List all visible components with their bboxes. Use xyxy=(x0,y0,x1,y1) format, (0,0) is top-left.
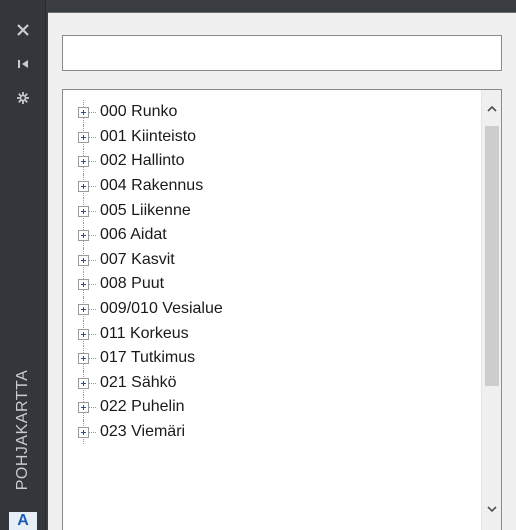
tree-item-label: 017 Tutkimus xyxy=(100,349,196,367)
tree-item-label: 009/010 Vesialue xyxy=(100,300,223,318)
scroll-thumb[interactable] xyxy=(485,126,499,386)
tree-item-label: 022 Puhelin xyxy=(100,398,185,416)
tree-item[interactable]: 011 Korkeus xyxy=(63,321,483,346)
expand-plus-icon[interactable] xyxy=(78,377,89,389)
expand-plus-icon[interactable] xyxy=(78,131,89,143)
palette-title: POHJAKARTTA xyxy=(14,369,32,491)
tree-item[interactable]: 000 Runko xyxy=(63,100,483,125)
tree-item[interactable]: 007 Kasvit xyxy=(63,247,483,273)
chevron-up-icon xyxy=(487,105,497,112)
expand-plus-icon[interactable] xyxy=(78,279,89,291)
tree-item-label: 005 Liikenne xyxy=(100,201,191,219)
layer-tree[interactable]: 000 Runko 001 Kiinteisto 002 Hallinto 004 R… xyxy=(62,89,502,530)
expand-plus-icon[interactable] xyxy=(78,181,89,193)
tree-list: 000 Runko 001 Kiinteisto 002 Hallinto 004 R… xyxy=(63,90,483,445)
tree-item-label: 000 Runko xyxy=(100,103,178,121)
tree-item-label: 004 Rakennus xyxy=(100,177,204,195)
palette-title-strip: POHJAKARTTA A xyxy=(0,0,46,530)
palette-panel: 000 Runko 001 Kiinteisto 002 Hallinto 004 R… xyxy=(48,12,516,530)
tree-item-label: 008 Puut xyxy=(100,275,165,293)
tree-item-label: 021 Sähkö xyxy=(100,373,177,391)
close-icon[interactable] xyxy=(11,18,35,42)
tree-item[interactable]: 022 Puhelin xyxy=(63,395,483,420)
app-logo-icon: A xyxy=(9,512,37,530)
expand-plus-icon[interactable] xyxy=(78,427,89,439)
tree-item-label: 011 Korkeus xyxy=(100,324,189,342)
tree-item-label: 001 Kiinteisto xyxy=(100,127,197,145)
tree-item-label: 007 Kasvit xyxy=(100,250,175,268)
tree-scrollbar[interactable] xyxy=(481,90,501,530)
expand-plus-icon[interactable] xyxy=(78,328,89,340)
tree-item[interactable]: 008 Puut xyxy=(63,272,483,297)
expand-plus-icon[interactable] xyxy=(78,205,89,217)
tree-item[interactable]: 021 Sähkö xyxy=(63,370,483,396)
expand-plus-icon[interactable] xyxy=(78,107,89,119)
expand-plus-icon[interactable] xyxy=(78,353,89,365)
scroll-down-button[interactable] xyxy=(482,497,501,521)
scroll-up-button[interactable] xyxy=(482,96,501,120)
tree-item[interactable]: 005 Liikenne xyxy=(63,198,483,223)
tree-item[interactable]: 006 Aidat xyxy=(63,222,483,248)
expand-plus-icon[interactable] xyxy=(78,230,89,242)
tree-item[interactable]: 017 Tutkimus xyxy=(63,345,483,371)
tree-item[interactable]: 004 Rakennus xyxy=(63,173,483,199)
tree-item[interactable]: 001 Kiinteisto xyxy=(63,124,483,150)
tree-item-label: 023 Viemäri xyxy=(100,423,186,441)
pin-icon[interactable] xyxy=(11,52,35,76)
expand-plus-icon[interactable] xyxy=(78,254,89,266)
tree-item[interactable]: 002 Hallinto xyxy=(63,149,483,174)
settings-icon[interactable] xyxy=(11,86,35,110)
tree-item[interactable]: 009/010 Vesialue xyxy=(63,296,483,322)
chevron-down-icon xyxy=(487,505,497,512)
expand-plus-icon[interactable] xyxy=(78,156,89,168)
search-input[interactable] xyxy=(62,35,502,71)
expand-plus-icon[interactable] xyxy=(78,304,89,316)
tree-item-label: 006 Aidat xyxy=(100,226,167,244)
tree-item[interactable]: 023 Viemäri xyxy=(63,419,483,445)
expand-plus-icon[interactable] xyxy=(78,402,89,414)
tree-item-label: 002 Hallinto xyxy=(100,152,185,170)
